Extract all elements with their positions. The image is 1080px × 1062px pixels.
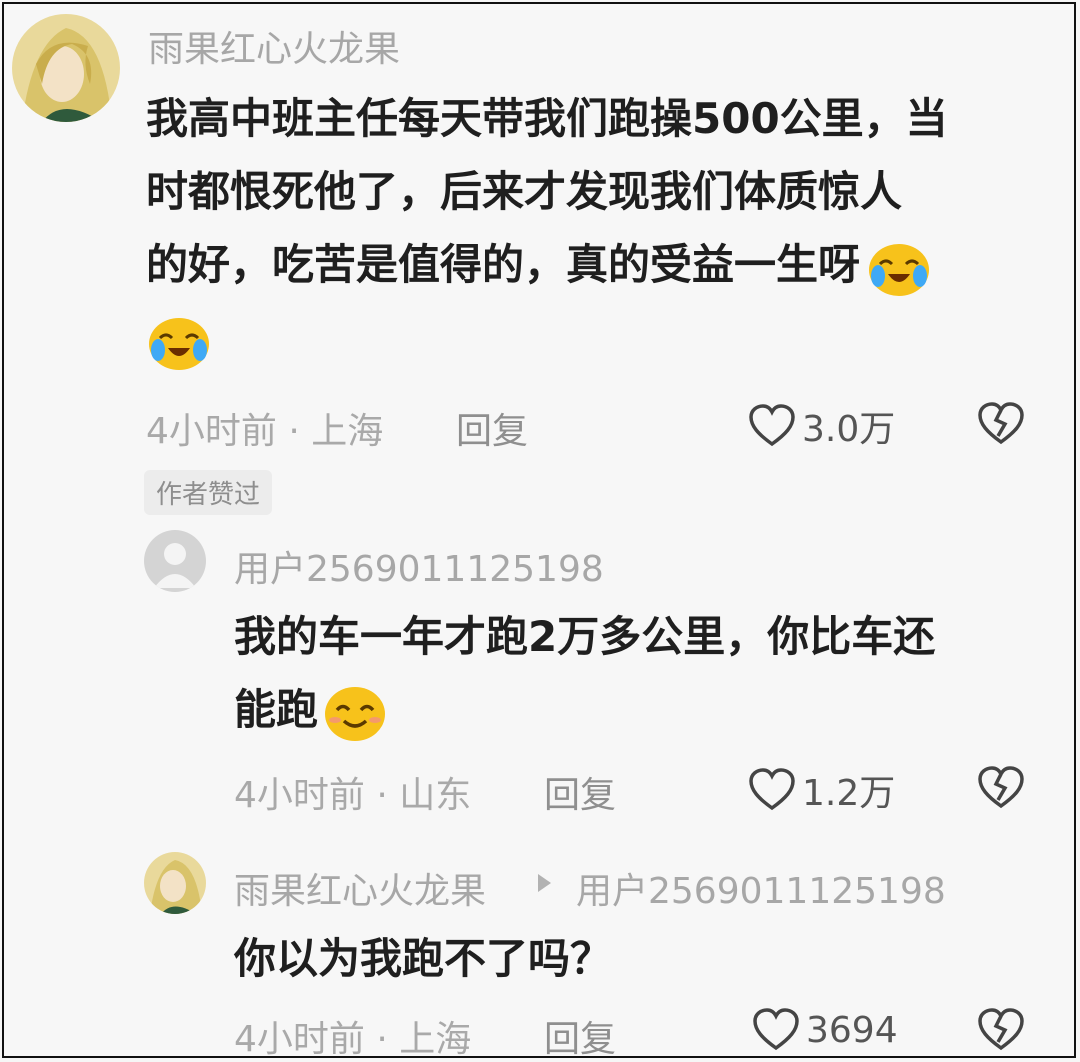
crying-laughing-emoji-icon	[149, 318, 209, 370]
avatar[interactable]	[144, 852, 206, 914]
reply-button[interactable]: 回复	[456, 402, 528, 454]
comment-time-location: 4小时前 · 上海	[146, 411, 384, 452]
heart-icon	[749, 768, 795, 811]
avatar[interactable]	[144, 530, 206, 592]
comment-text-line: 的好，吃苦是值得的，真的受益一生呀	[146, 228, 1046, 301]
comment-text: 我的车一年才跑2万多公里，你比车还 能跑	[234, 600, 1034, 746]
comment-text-line: 我的车一年才跑2万多公里，你比车还	[234, 612, 936, 661]
comment-username[interactable]: 雨果红心火龙果	[234, 862, 486, 914]
like-button[interactable]: 3.0万	[748, 400, 895, 452]
anime-character-avatar-icon	[12, 14, 120, 122]
crying-laughing-emoji-icon	[869, 243, 930, 296]
like-count: 3694	[806, 1009, 898, 1051]
reply-to-username[interactable]: 用户2569011125198	[576, 862, 946, 914]
comment-text: 我高中班主任每天带我们跑操500公里，当 时都恨死他了，后来才发现我们体质惊人 …	[146, 82, 1046, 301]
comment-username[interactable]: 雨果红心火龙果	[148, 20, 400, 72]
broken-heart-icon[interactable]	[976, 402, 1026, 446]
comment-text-line: 我高中班主任每天带我们跑操500公里，当	[146, 94, 948, 143]
comment-text-line: 能跑	[234, 673, 1034, 746]
comment-time-location: 4小时前 · 上海	[234, 1019, 472, 1060]
avatar[interactable]	[12, 14, 120, 122]
default-user-avatar-icon	[144, 530, 206, 592]
reply-button[interactable]: 回复	[544, 1010, 616, 1062]
comment-username[interactable]: 用户2569011125198	[234, 540, 604, 592]
like-count: 1.2万	[802, 773, 896, 814]
broken-heart-icon[interactable]	[976, 766, 1026, 810]
like-button[interactable]: 1.2万	[748, 764, 895, 816]
reply-arrow-icon	[538, 874, 551, 892]
heart-icon	[753, 1008, 799, 1051]
smiling-emoji-icon	[325, 686, 386, 741]
heart-icon	[749, 404, 795, 447]
like-count: 3.0万	[802, 409, 896, 450]
author-liked-badge: 作者赞过	[144, 470, 273, 515]
comment-text: 你以为我跑不了吗？	[234, 922, 1034, 995]
anime-character-avatar-icon	[144, 852, 206, 914]
comment-time-location: 4小时前 · 山东	[234, 775, 472, 816]
comment-text-line-text: 的好，吃苦是值得的，真的受益一生呀	[146, 240, 861, 289]
comment-text-line: 时都恨死他了，后来才发现我们体质惊人	[146, 167, 903, 216]
comment-text-line: 你以为我跑不了吗？	[234, 934, 613, 983]
broken-heart-icon[interactable]	[976, 1008, 1026, 1052]
like-button[interactable]: 3694	[752, 1008, 898, 1052]
comment-text-line-text: 能跑	[234, 685, 319, 734]
reply-button[interactable]: 回复	[544, 766, 616, 818]
